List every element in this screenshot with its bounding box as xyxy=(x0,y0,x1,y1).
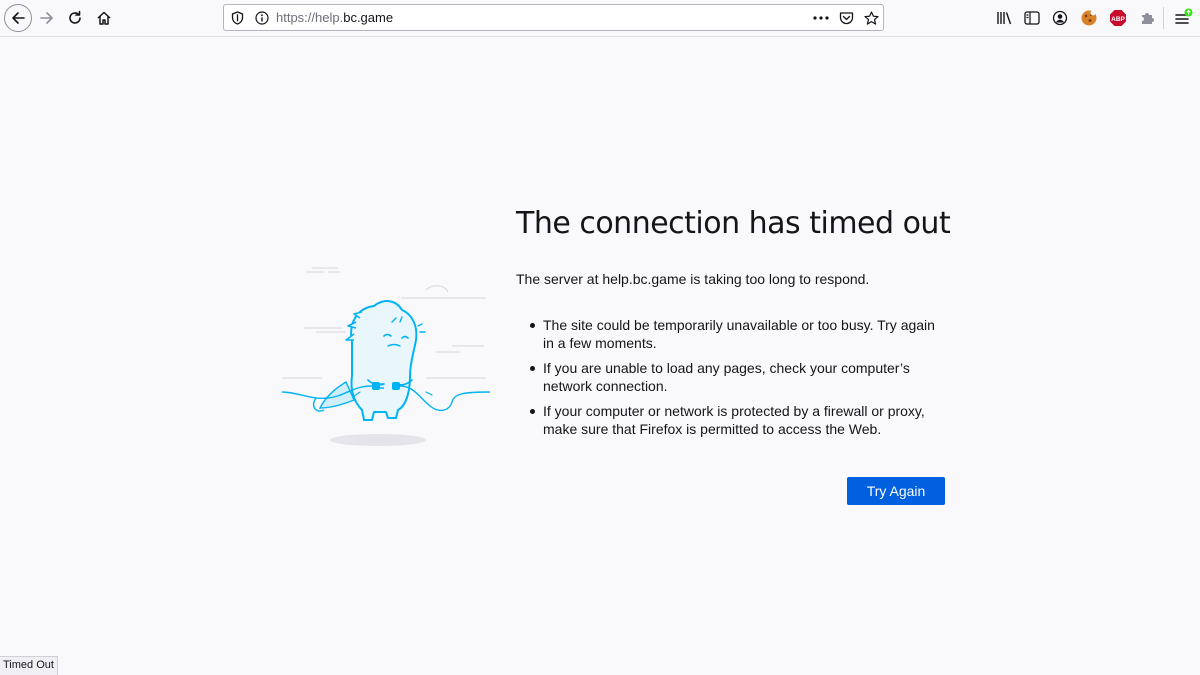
adblock-plus-icon: ABP xyxy=(1110,10,1126,26)
cookie-extension-button[interactable] xyxy=(1075,4,1103,32)
puzzle-extension-icon xyxy=(1142,13,1154,24)
browser-toolbar: https://help.bc.game ABP xyxy=(0,0,1200,37)
error-content: The connection has timed out The server … xyxy=(516,206,956,445)
library-icon xyxy=(997,12,1012,25)
back-button[interactable] xyxy=(4,4,32,32)
error-title: The connection has timed out xyxy=(516,206,951,241)
adblock-plus-button[interactable]: ABP xyxy=(1104,4,1132,32)
sidebar-button[interactable] xyxy=(1018,4,1046,32)
try-again-button[interactable]: Try Again xyxy=(847,477,945,505)
account-icon xyxy=(1052,10,1068,26)
list-item: The site could be temporarily unavailabl… xyxy=(530,316,956,352)
cookie-extension-icon xyxy=(1081,10,1097,26)
menu-button[interactable] xyxy=(1169,4,1197,32)
home-icon xyxy=(97,11,111,25)
forward-arrow-icon xyxy=(40,12,53,24)
adblock-plus-label: ABP xyxy=(1111,16,1125,23)
forward-button[interactable] xyxy=(33,4,61,32)
pocket-icon[interactable] xyxy=(837,9,855,27)
url-text[interactable]: https://help.bc.game xyxy=(276,5,393,30)
page-actions-icon[interactable] xyxy=(812,9,830,27)
toolbar-separator xyxy=(1163,7,1164,29)
list-item: If your computer or network is protected… xyxy=(530,402,956,438)
unplugged-dino-illustration xyxy=(281,267,491,446)
reload-button[interactable] xyxy=(61,4,89,32)
url-host: bc.game xyxy=(343,10,394,25)
site-info-icon[interactable] xyxy=(253,9,271,27)
menu-icon xyxy=(1175,8,1193,24)
url-prefix: https://help. xyxy=(276,10,344,25)
status-bar: Timed Out xyxy=(0,656,58,675)
puzzle-extension-button[interactable] xyxy=(1133,4,1161,32)
account-button[interactable] xyxy=(1046,4,1074,32)
error-description: The server at help.bc.game is taking too… xyxy=(516,271,870,287)
list-item: If you are unable to load any pages, che… xyxy=(530,359,956,395)
back-arrow-icon xyxy=(12,12,25,24)
address-bar[interactable]: https://help.bc.game xyxy=(223,4,884,31)
sidebar-icon xyxy=(1024,11,1040,25)
shield-icon[interactable] xyxy=(228,9,246,27)
library-button[interactable] xyxy=(990,4,1018,32)
error-reasons-list: The site could be temporarily unavailabl… xyxy=(516,316,956,438)
home-button[interactable] xyxy=(90,4,118,32)
reload-icon xyxy=(69,10,81,24)
bookmark-star-icon[interactable] xyxy=(862,9,880,27)
